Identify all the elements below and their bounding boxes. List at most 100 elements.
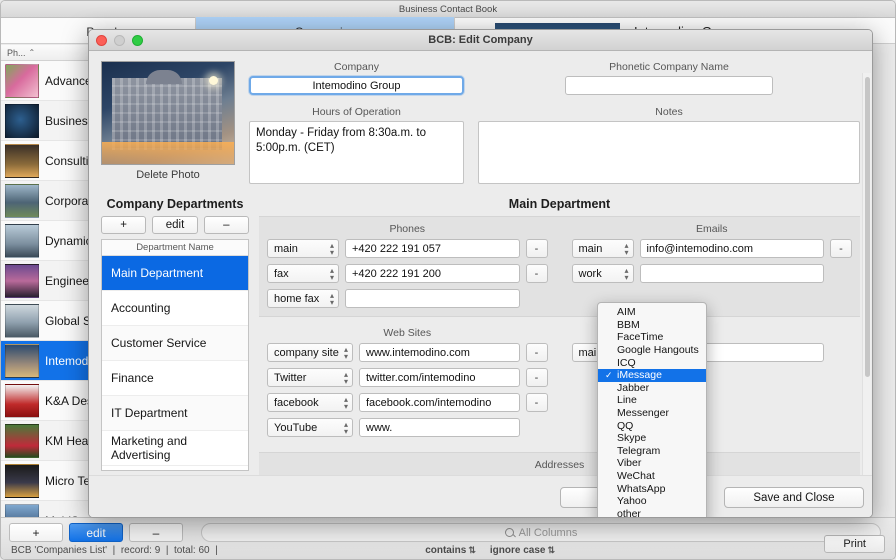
list-item[interactable]: Advanced — [1, 61, 97, 101]
phone-type-select[interactable]: home fax ▴ ▾ — [267, 289, 339, 308]
list-item[interactable]: Engineeri — [1, 261, 97, 301]
delete-photo-button[interactable]: Delete Photo — [101, 169, 235, 181]
notes-input[interactable] — [478, 121, 860, 184]
menu-item-yahoo[interactable]: Yahoo — [598, 495, 706, 508]
menu-item-icq[interactable]: ICQ — [598, 356, 706, 369]
im-type-dropdown-menu[interactable]: AIM BBM FaceTime Google Hangouts ICQ ✓ i… — [597, 302, 707, 517]
website-value-input[interactable]: twitter.com/intemodino — [359, 368, 520, 387]
search-input[interactable]: All Columns — [201, 523, 881, 542]
edit-department-button[interactable]: edit — [152, 216, 198, 234]
department-row[interactable]: Marketing and Advertising — [102, 431, 248, 466]
list-item[interactable]: Dynamic — [1, 221, 97, 261]
email-row: main ▴ ▾ info@intemodino.com - — [571, 239, 852, 258]
website-value-input[interactable]: www.intemodino.com — [359, 343, 520, 362]
main-window-titlebar: Business Contact Book — [1, 1, 895, 18]
menu-item-facetime[interactable]: FaceTime — [598, 331, 706, 344]
website-value-input[interactable]: facebook.com/intemodino — [359, 393, 520, 412]
remove-phone-button[interactable]: - — [525, 239, 548, 258]
email-value-input[interactable] — [639, 264, 824, 283]
email-type-select[interactable]: work ▴ ▾ — [571, 264, 634, 283]
menu-item-jabber[interactable]: Jabber — [598, 382, 706, 395]
menu-item-aim[interactable]: AIM — [598, 306, 706, 319]
save-and-close-button[interactable]: Save and Close — [724, 487, 864, 508]
phones-group: Phones main ▴ ▾ +420 222 191 057 - fax ▴… — [267, 223, 548, 308]
menu-item-viber[interactable]: Viber — [598, 457, 706, 470]
departments-list[interactable]: Department Name Main Department Accounti… — [101, 239, 249, 471]
print-button[interactable]: Print — [824, 535, 885, 553]
chevron-updown-icon: ▴▾ — [329, 265, 334, 282]
menu-item-whatsapp[interactable]: WhatsApp — [598, 482, 706, 495]
column-header-label: Ph... — [7, 47, 26, 58]
department-row[interactable]: Customer Service — [102, 326, 248, 361]
menu-item-wechat[interactable]: WeChat — [598, 470, 706, 483]
column-header-photo[interactable]: Ph... ⌃ — [1, 45, 97, 61]
menu-item-bbm[interactable]: BBM — [598, 319, 706, 332]
companies-rows[interactable]: Advanced Business Consultin Corporat Dyn… — [1, 61, 97, 517]
phone-type-select[interactable]: main ▴ ▾ — [267, 239, 339, 258]
website-value-input[interactable]: www. — [359, 418, 520, 437]
zoom-icon[interactable] — [132, 35, 143, 46]
menu-item-skype[interactable]: Skype — [598, 432, 706, 445]
list-item[interactable]: KM Healt — [1, 421, 97, 461]
website-type-select[interactable]: company site ▴ ▾ — [267, 343, 353, 362]
menu-item-line[interactable]: Line — [598, 394, 706, 407]
match-mode-stepper-icon: ⇅ — [468, 545, 476, 555]
avatar — [5, 63, 39, 98]
remove-email-button[interactable]: - — [830, 239, 852, 258]
menu-item-imessage[interactable]: ✓ iMessage — [598, 368, 706, 382]
dialog-scrollbar[interactable] — [862, 73, 871, 475]
list-item[interactable]: Business — [1, 101, 97, 141]
case-mode-select[interactable]: ignore case ⇅ — [490, 545, 555, 556]
company-label: Company — [334, 61, 379, 73]
list-item[interactable]: Global Sc — [1, 301, 97, 341]
menu-item-other[interactable]: other — [598, 508, 706, 517]
email-type-select[interactable]: main ▴ ▾ — [571, 239, 634, 258]
remove-website-button[interactable]: - — [525, 393, 548, 412]
list-item[interactable]: Consultin — [1, 141, 97, 181]
phone-value-input[interactable] — [345, 289, 520, 308]
add-record-button[interactable]: + — [9, 523, 63, 542]
menu-item-google-hangouts[interactable]: Google Hangouts — [598, 344, 706, 357]
website-type-value: YouTube — [274, 421, 318, 434]
avatar — [5, 503, 39, 517]
email-value-input[interactable]: info@intemodino.com — [639, 239, 824, 258]
department-row-selected[interactable]: Main Department — [102, 256, 248, 291]
list-item-selected[interactable]: Intemodi — [1, 341, 97, 381]
phone-type-select[interactable]: fax ▴ ▾ — [267, 264, 339, 283]
close-icon[interactable] — [96, 35, 107, 46]
add-department-button[interactable]: + — [101, 216, 147, 234]
chevron-updown-icon: ▴▾ — [343, 419, 348, 436]
list-item[interactable]: K&A Des — [1, 381, 97, 421]
remove-website-button[interactable]: - — [525, 368, 548, 387]
search-placeholder: All Columns — [518, 526, 578, 539]
dialog-scrollbar-thumb[interactable] — [865, 77, 870, 377]
menu-item-telegram[interactable]: Telegram — [598, 445, 706, 458]
remove-department-button[interactable]: – — [203, 216, 249, 234]
chevron-updown-icon: ▴▾ — [329, 240, 334, 257]
edit-record-button[interactable]: edit — [69, 523, 123, 542]
website-type-select[interactable]: facebook ▴ ▾ — [267, 393, 353, 412]
remove-website-button[interactable]: - — [525, 343, 548, 362]
match-mode-select[interactable]: contains ⇅ — [425, 545, 476, 556]
list-item[interactable]: MobiSyst — [1, 501, 97, 517]
phonetic-company-name-input[interactable] — [565, 76, 773, 95]
department-row[interactable]: Accounting — [102, 291, 248, 326]
department-row[interactable]: Finance — [102, 361, 248, 396]
menu-item-messenger[interactable]: Messenger — [598, 407, 706, 420]
phone-value-input[interactable]: +420 222 191 200 — [345, 264, 520, 283]
menu-item-imessage-label: iMessage — [617, 369, 662, 382]
company-name-input[interactable]: Intemodino Group — [249, 76, 464, 95]
website-type-select[interactable]: YouTube ▴ ▾ — [267, 418, 353, 437]
list-item[interactable]: Corporat — [1, 181, 97, 221]
emails-group: Emails main ▴ ▾ info@intemodino.com - wo… — [571, 223, 852, 308]
website-type-select[interactable]: Twitter ▴ ▾ — [267, 368, 353, 387]
phone-value-input[interactable]: +420 222 191 057 — [345, 239, 520, 258]
menu-item-qq[interactable]: QQ — [598, 419, 706, 432]
minimize-icon[interactable] — [114, 35, 125, 46]
department-row[interactable]: IT Department — [102, 396, 248, 431]
remove-record-button[interactable]: – — [129, 523, 183, 542]
hours-of-operation-input[interactable]: Monday - Friday from 8:30a.m. to 5:00p.m… — [249, 121, 464, 184]
remove-phone-button[interactable]: - — [525, 264, 548, 283]
list-item[interactable]: Micro Te — [1, 461, 97, 501]
company-photo[interactable] — [101, 61, 235, 165]
